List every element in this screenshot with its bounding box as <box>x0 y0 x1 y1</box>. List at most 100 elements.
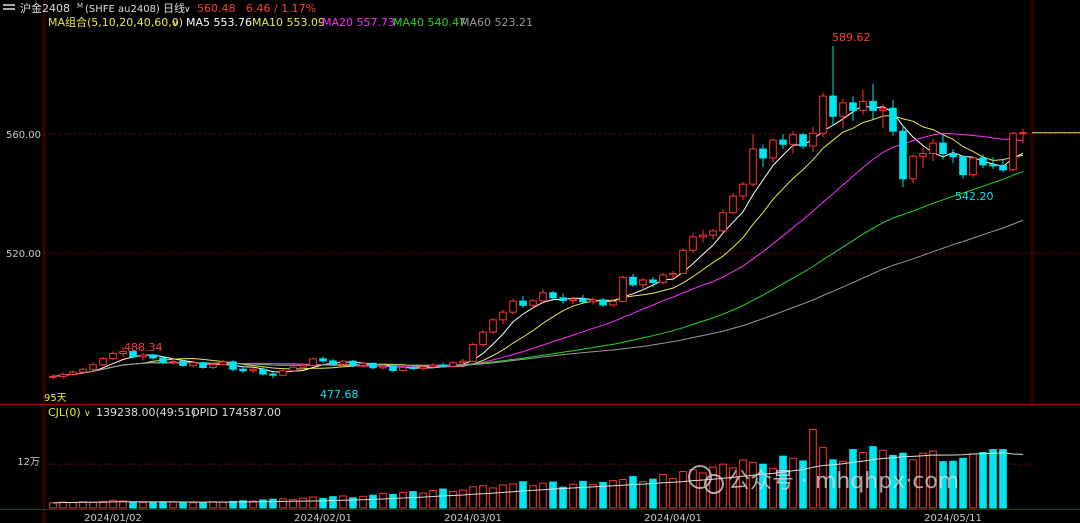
candle-up <box>969 157 977 176</box>
chevron-down-icon[interactable]: ∨ <box>84 409 91 419</box>
symbol-name[interactable]: 沪金2408 <box>20 1 70 15</box>
volume-bar <box>979 451 987 509</box>
volume-bar <box>379 492 387 509</box>
candle-up <box>139 354 147 358</box>
candle-down <box>949 153 957 158</box>
candle-down <box>319 358 327 362</box>
candle-up <box>49 375 57 378</box>
volume-bar <box>679 470 687 509</box>
ma-group-label[interactable]: MA组合(5,10,20,40,60,0) <box>48 15 183 29</box>
candle-up <box>689 236 697 251</box>
volume-bar <box>159 501 167 509</box>
candle-up <box>619 276 627 302</box>
candle-down <box>259 368 267 375</box>
candle-up <box>709 230 717 236</box>
volume-bar <box>999 449 1007 509</box>
candle-up <box>359 362 367 366</box>
candle-up <box>69 371 77 375</box>
volume-bar <box>489 487 497 509</box>
candle-up <box>749 148 757 185</box>
candle-up <box>249 368 257 372</box>
volume-bar <box>349 497 357 509</box>
candle-up <box>789 134 797 145</box>
candle-down <box>239 368 247 372</box>
price-change: 6.46 / 1.17% <box>246 2 316 15</box>
volume-bar <box>309 496 317 509</box>
volume-bar <box>609 480 617 509</box>
candle-up <box>589 299 597 303</box>
volume-bar <box>429 489 437 509</box>
volume-bar <box>639 481 647 509</box>
candle-up <box>479 331 487 346</box>
volume-bar <box>689 469 697 509</box>
volume-bar <box>179 502 187 509</box>
volume-bar <box>169 501 177 509</box>
watermark-text: 公众号 · mhqhpx·com <box>728 469 959 494</box>
candle-up <box>659 274 667 283</box>
days-counter: 95天 <box>44 393 67 404</box>
candle-up <box>909 155 917 180</box>
candle-up <box>209 364 217 368</box>
candle-up <box>379 365 387 369</box>
candlestick-chart: 520.00 560.00 2024/01/02 2024/02/01 2024/03… <box>0 0 1080 523</box>
candle-down <box>349 360 357 366</box>
candle-up <box>1009 132 1017 171</box>
date-tick-label: 2024/05/11 <box>924 513 982 523</box>
candle-up <box>839 102 847 117</box>
left-low-label: 477.68 <box>320 388 359 401</box>
volume-indicator-label[interactable]: CJL(0) <box>48 406 81 419</box>
volume-bar <box>589 484 597 509</box>
candle-down <box>199 362 207 368</box>
volume-bar <box>479 485 487 509</box>
period-selector[interactable]: 日线 <box>163 1 185 15</box>
candle-down <box>439 364 447 367</box>
last-price: 560.48 <box>197 2 236 15</box>
candle-up <box>419 366 427 370</box>
ma40-label: MA40 540.47 <box>393 16 466 29</box>
volume-bar <box>209 501 217 509</box>
volume-bar <box>419 492 427 509</box>
low-price-label: 542.20 <box>955 190 994 203</box>
candle-down <box>409 366 417 370</box>
candle-up <box>109 352 117 360</box>
candle-up <box>919 153 927 157</box>
candle-down <box>229 361 237 370</box>
date-tick-label: 2024/02/01 <box>294 513 352 523</box>
candle-up <box>729 195 737 214</box>
candle-down <box>989 164 997 167</box>
candle-up <box>449 362 457 367</box>
volume-axis-tick: 12万 <box>17 457 40 468</box>
candle-up <box>929 142 937 155</box>
candle-down <box>269 373 277 376</box>
candle-up <box>809 132 817 147</box>
volume-bar <box>149 501 157 509</box>
chevron-down-icon[interactable]: ∨ <box>184 5 191 15</box>
volume-bar <box>469 486 477 509</box>
candle-up <box>489 319 497 333</box>
chevron-down-icon[interactable]: ∨ <box>172 19 179 29</box>
candle-up <box>819 95 827 134</box>
volume-bar <box>659 473 667 509</box>
candle-up <box>679 249 687 274</box>
candle-down <box>999 164 1007 171</box>
candle-up <box>289 366 297 372</box>
candle-down <box>849 102 857 111</box>
volume-bar <box>129 501 137 509</box>
open-interest-value: OPID 174587.00 <box>191 406 281 419</box>
volume-bar <box>539 482 547 509</box>
volume-bar <box>969 453 977 509</box>
candle-up <box>299 364 307 368</box>
volume-bar <box>69 502 77 509</box>
candle-down <box>649 279 657 283</box>
candle-down <box>869 100 877 111</box>
volume-bar <box>439 488 447 509</box>
candle-down <box>629 276 637 286</box>
symbol-code: (SHFE au2408) <box>85 4 160 15</box>
candle-up <box>99 358 107 366</box>
candle-up <box>189 362 197 366</box>
volume-bar <box>559 486 567 509</box>
volume-bar <box>699 472 707 509</box>
volume-bar <box>299 497 307 509</box>
candle-down <box>549 292 557 299</box>
candle-down <box>389 365 397 371</box>
